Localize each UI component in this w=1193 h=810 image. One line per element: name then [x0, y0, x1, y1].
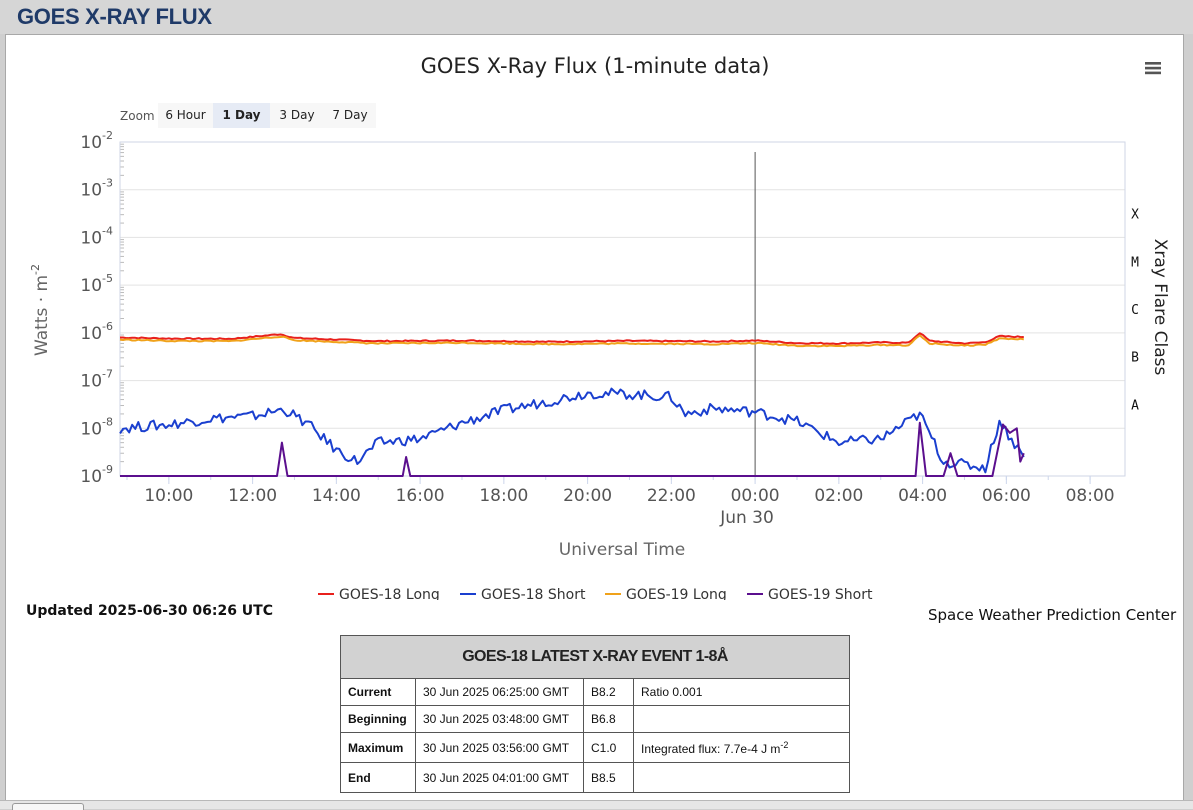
zoom-button-label: 3 Day	[279, 108, 314, 122]
x-tick-label: 04:00	[898, 486, 947, 506]
series-line-goes-19-short	[120, 421, 1025, 477]
x-tick-label: 18:00	[479, 486, 528, 506]
event-label: Beginning	[340, 705, 416, 733]
zoom-button-label: 1 Day	[222, 108, 260, 122]
x-axis-title: Universal Time	[559, 540, 685, 560]
zoom-controls: Zoom 6 Hour 1 Day 3 Day 7 Day	[120, 103, 376, 128]
zoom-button-label: 6 Hour	[165, 108, 205, 122]
legend: GOES-18 Long GOES-18 Short GOES-19 Long GOE…	[318, 587, 873, 600]
zoom-button-label: 7 Day	[332, 108, 367, 122]
x-tick-label: 20:00	[563, 486, 612, 506]
event-label: End	[340, 762, 416, 793]
y-tick-label: 10-3	[80, 177, 113, 201]
x-tick-label: 12:00	[228, 486, 277, 506]
x-tick-label: 10:00	[144, 486, 193, 506]
event-note-text: Integrated flux: 7.7e-4 J m	[641, 741, 781, 756]
event-class: B8.5	[583, 762, 634, 793]
flare-class-label: C	[1131, 303, 1139, 318]
y-tick-label: 10-4	[80, 224, 113, 248]
flare-class-label: M	[1131, 255, 1139, 270]
event-time: 30 Jun 2025 03:48:00 GMT	[415, 705, 584, 733]
y-tick-label: 10-6	[80, 320, 113, 344]
x-tick-label: 22:00	[647, 486, 696, 506]
xray-flux-chart: GOES X-Ray Flux (1-minute data) Zoom 6 H…	[29, 54, 1170, 600]
y-tick-label: 10-2	[80, 129, 113, 153]
event-table-title: GOES-18 LATEST X-RAY EVENT 1-8Å	[340, 635, 850, 679]
event-label: Maximum	[340, 732, 416, 763]
zoom-label: Zoom	[120, 109, 155, 123]
y-tick-label: 10-8	[80, 415, 113, 439]
event-class: B8.2	[583, 678, 634, 706]
flare-class-label: X	[1131, 208, 1139, 223]
svg-text:Watts · m-2: Watts · m-2	[29, 264, 52, 356]
event-note	[633, 762, 850, 793]
y-axis-title-text: Watts · m	[32, 275, 52, 356]
legend-label: GOES-19 Long	[626, 587, 727, 600]
legend-label: GOES-18 Long	[339, 587, 440, 600]
legend-item[interactable]: GOES-19 Long	[605, 587, 727, 600]
event-note-exponent: -2	[780, 739, 789, 750]
legend-item[interactable]: GOES-18 Short	[460, 587, 586, 600]
plot-frame	[119, 141, 1126, 477]
table-row: Maximum 30 Jun 2025 03:56:00 GMT C1.0 In…	[340, 732, 850, 763]
event-class: B6.8	[583, 705, 634, 733]
chart-title: GOES X-Ray Flux (1-minute data)	[421, 54, 770, 78]
zoom-button[interactable]: 6 Hour	[158, 103, 213, 128]
x-axis-date-label: Jun 30	[719, 508, 774, 528]
y-tick-label: 10-9	[80, 463, 113, 487]
legend-item[interactable]: GOES-19 Short	[747, 587, 873, 600]
svg-text:Xray Flare Class: Xray Flare Class	[1150, 239, 1170, 376]
flare-class-label: A	[1131, 398, 1139, 413]
series-line-goes-18-short	[119, 387, 1025, 474]
event-time: 30 Jun 2025 04:01:00 GMT	[415, 762, 584, 793]
credit-text: Space Weather Prediction Center	[928, 606, 1177, 624]
event-note	[633, 705, 850, 733]
legend-item[interactable]: GOES-18 Long	[318, 587, 440, 600]
plot-area: 10-2 10-3 10-4 10-5 10-6 10-7 10-8 10-9 10:00 12:…	[80, 129, 1139, 506]
table-row: Current 30 Jun 2025 06:25:00 GMT B8.2 Ra…	[340, 678, 850, 706]
latest-event-table: GOES-18 LATEST X-RAY EVENT 1-8Å Current …	[340, 635, 850, 793]
event-note: Ratio 0.001	[633, 678, 850, 706]
x-tick-label: 08:00	[1066, 486, 1115, 506]
legend-label: GOES-19 Short	[768, 587, 873, 600]
x-tick-label: 16:00	[396, 486, 445, 506]
event-label: Current	[340, 678, 416, 706]
event-time: 30 Jun 2025 06:25:00 GMT	[415, 678, 584, 706]
y-axis-title-exponent: -2	[29, 264, 42, 275]
flare-class-label: B	[1131, 351, 1139, 366]
table-row: End 30 Jun 2025 04:01:00 GMT B8.5	[340, 762, 850, 793]
right-axis-title: Xray Flare Class	[1150, 239, 1170, 376]
event-note: Integrated flux: 7.7e-4 J m-2	[633, 732, 850, 763]
legend-label: GOES-18 Short	[481, 587, 586, 600]
x-tick-label: 06:00	[982, 486, 1031, 506]
event-time: 30 Jun 2025 03:56:00 GMT	[415, 732, 584, 763]
zoom-button[interactable]: 7 Day	[324, 103, 376, 128]
x-tick-label: 14:00	[312, 486, 361, 506]
y-tick-label: 10-7	[80, 368, 113, 392]
bottom-tab[interactable]	[12, 803, 84, 810]
menu-icon[interactable]	[1140, 56, 1166, 78]
x-tick-label: 02:00	[814, 486, 863, 506]
zoom-button[interactable]: 3 Day	[270, 103, 324, 128]
updated-timestamp: Updated 2025-06-30 06:26 UTC	[26, 603, 273, 619]
table-row: Beginning 30 Jun 2025 03:48:00 GMT B6.8	[340, 705, 850, 733]
y-axis-title: Watts · m-2	[29, 264, 52, 356]
event-class: C1.0	[583, 732, 634, 763]
zoom-button[interactable]: 1 Day	[213, 103, 270, 128]
x-tick-label: 00:00	[731, 486, 780, 506]
y-tick-label: 10-5	[80, 272, 113, 296]
